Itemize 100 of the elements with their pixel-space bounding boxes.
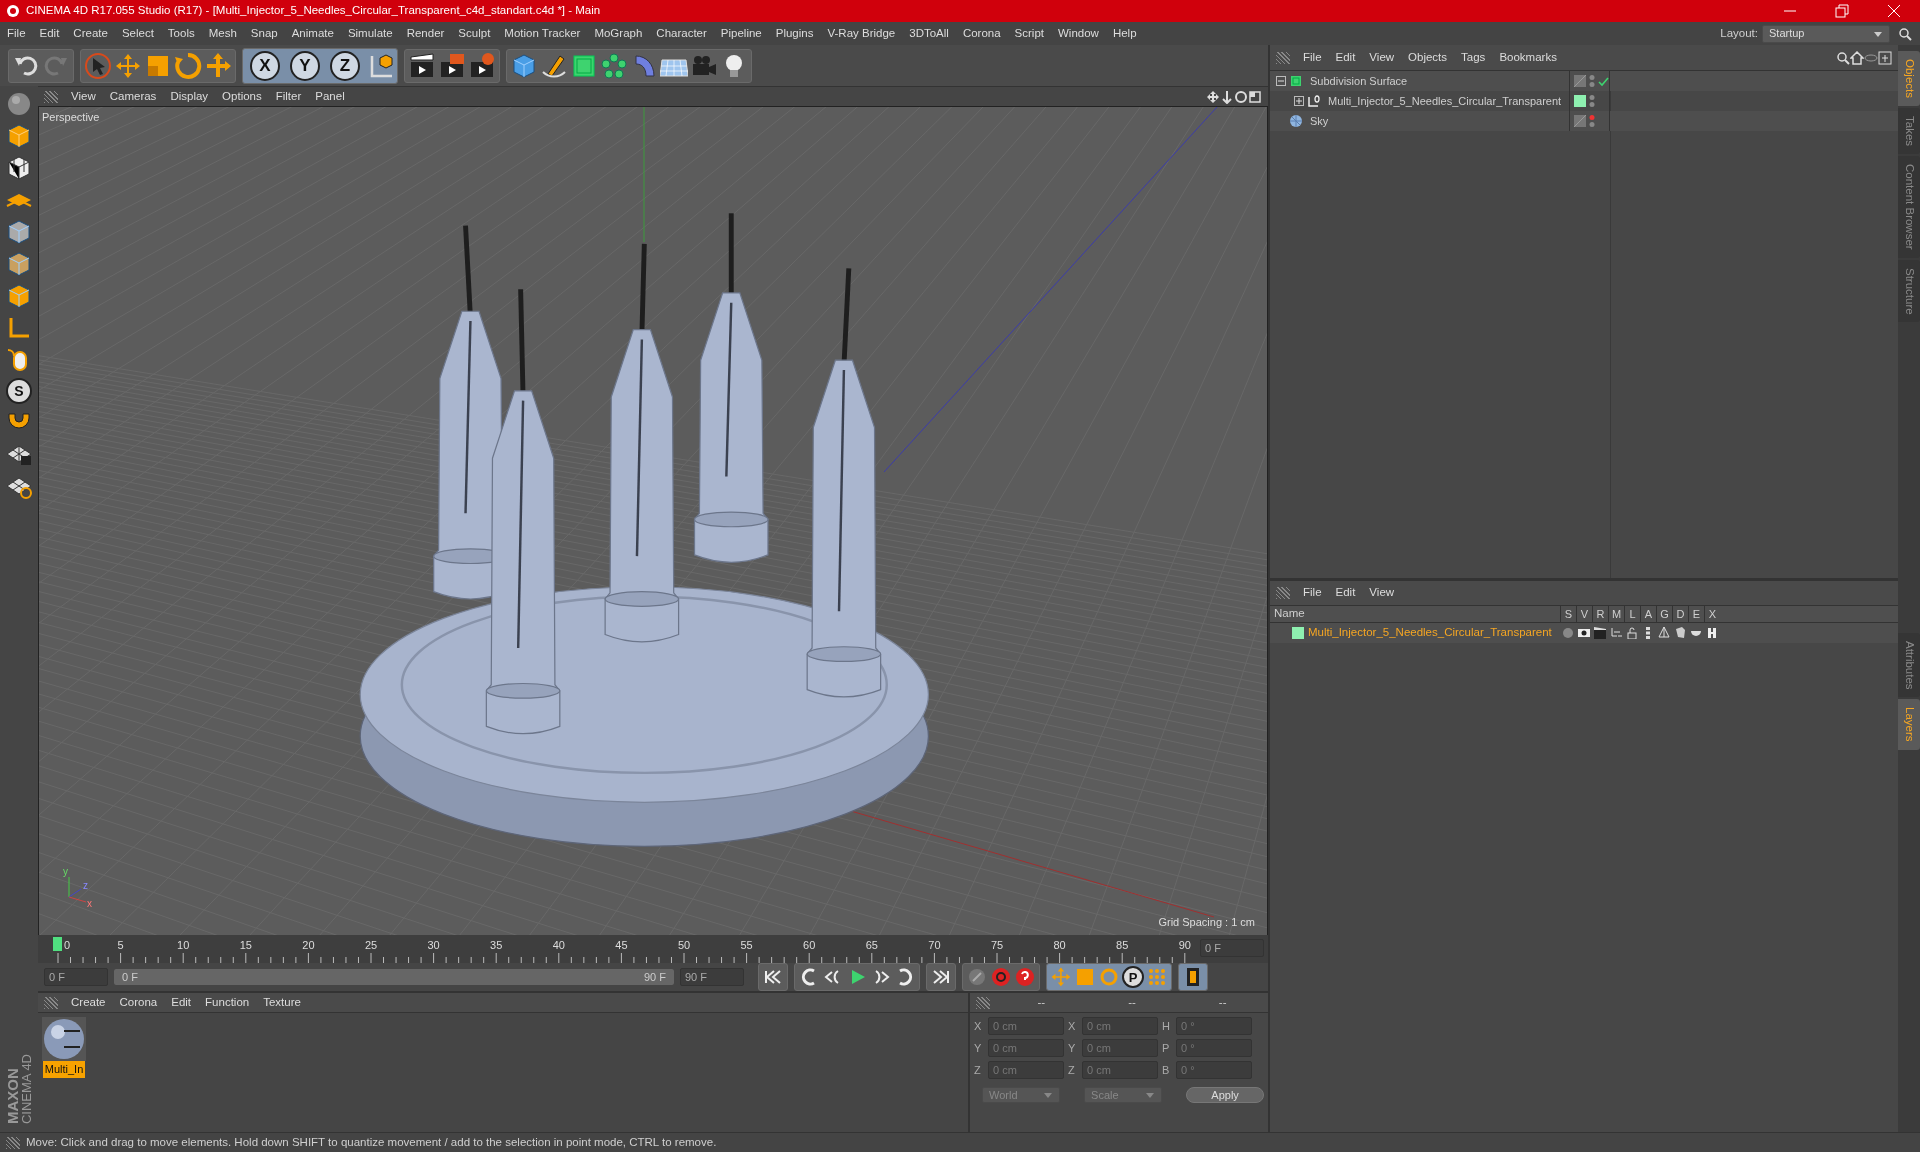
window-title: CINEMA 4D R17.055 Studio (R17) - [Multi_Injector_5_Needles_Circular_Transparent_c4d_standart.c4d *] - Main [26,3,601,19]
menu-item[interactable]: Motion Tracker [497,24,588,43]
menu-item[interactable]: Function [198,993,257,1012]
menu-item[interactable]: Character [649,24,714,43]
menu-item[interactable]: Edit [164,993,199,1012]
parameter-key-button[interactable]: P [1122,966,1144,988]
menu-item[interactable]: Script [1007,24,1051,43]
brand-logo: MAXON [5,1067,20,1124]
frame-number: 85 [1116,938,1129,953]
frame-number: 65 [865,938,878,953]
menu-item[interactable]: Create [64,993,113,1012]
menu-item[interactable]: Select [114,24,161,43]
viewport-camera-label: Perspective [42,110,100,125]
axis-label: X [974,1018,983,1034]
menu-item[interactable]: Pipeline [713,24,769,43]
menu-item[interactable]: Create [66,24,115,43]
column-header: D [1672,605,1688,623]
column-header: V [1576,605,1592,623]
layer-name[interactable]: Multi_Injector_5_Needles_Circular_Transparent [1308,624,1552,642]
column-header: R [1592,605,1608,623]
column-header: L [1624,605,1640,623]
object-name[interactable]: Subdivision Surface [1310,72,1408,90]
menu-item[interactable]: Animate [284,24,341,43]
menu-item[interactable]: Help [1105,24,1144,43]
panel-tab[interactable]: Objects [1898,51,1920,106]
menu-item[interactable]: View [1362,584,1402,602]
panel-tab[interactable]: Takes [1898,108,1920,155]
grid-spacing-label: Grid Spacing : 1 cm [1158,914,1255,930]
menu-item[interactable]: Corona [955,24,1008,43]
menu-item[interactable]: Snap [243,24,285,43]
menu-item[interactable]: Edit [32,24,67,43]
layout-label: Layout: [1720,25,1758,41]
axis-lock-button[interactable]: X [250,50,280,81]
product-logo: CINEMA 4D [20,1053,33,1124]
menu-item[interactable]: Tools [160,24,202,43]
menu-item[interactable]: MoGraph [587,24,650,43]
layer-row[interactable]: Multi_Injector_5_Needles_Circular_Transparent [1270,623,1898,643]
axis-label: Z [974,1062,982,1078]
menu-item[interactable]: Panel [308,87,352,106]
end-frame-field[interactable]: 90 F [680,968,744,986]
frame-number: 5 [117,938,124,953]
menu-item[interactable]: Corona [112,993,165,1012]
column-header: M [1608,605,1624,623]
axis-lock-button[interactable]: Z [330,50,360,81]
menu-item[interactable]: 3DToAll [902,24,956,43]
frame-number: 35 [490,938,503,953]
menu-item[interactable]: V-Ray Bridge [820,24,903,43]
menu-item[interactable]: Mesh [201,24,244,43]
menu-item[interactable]: Display [163,87,216,106]
frame-number: 75 [990,938,1004,953]
column-header: S [1560,605,1576,623]
menu-item[interactable]: Options [215,87,269,106]
menu-item[interactable]: Edit [1328,48,1363,67]
menu-item[interactable]: View [1362,48,1402,67]
menu-item[interactable]: Texture [256,993,308,1012]
menu-item[interactable]: Window [1051,24,1106,43]
menu-item[interactable]: File [0,24,33,43]
panel-tab[interactable]: Content Browser [1898,156,1920,258]
column-header: Name [1273,606,1306,622]
object-name[interactable]: Sky [1310,112,1329,130]
frame-number: 55 [740,938,753,953]
object-name[interactable]: Multi_Injector_5_Needles_Circular_Transparent [1328,92,1562,110]
axis-label: B [1162,1062,1171,1078]
axis-lock-button[interactable]: Y [290,50,320,81]
menu-item[interactable]: Objects [1401,48,1455,67]
column-header: G [1656,605,1672,623]
column-header: -- [1128,994,1136,1010]
frame-number: 90 [1178,938,1191,953]
menu-item[interactable]: File [1296,584,1329,602]
panel-tab[interactable]: Attributes [1898,632,1920,698]
frame-number: 20 [302,938,315,953]
menu-item[interactable]: View [64,87,103,106]
menu-item[interactable]: Sculpt [451,24,498,43]
frame-number: 15 [239,938,252,953]
axis-label: Y [974,1040,983,1056]
axis-label: H [1162,1018,1171,1034]
frame-number: 0 [63,938,71,953]
menu-item[interactable]: File [1296,48,1329,67]
menu-item[interactable]: Cameras [102,87,164,106]
menu-item[interactable]: Plugins [768,24,821,43]
start-frame-field[interactable]: 0 F [44,968,108,986]
menu-item[interactable]: Filter [268,87,309,106]
axis-label: y [63,866,68,877]
menu-item[interactable]: Tags [1454,48,1493,67]
frame-number: 40 [552,938,565,953]
axis-label: Z [1068,1062,1076,1078]
menu-item[interactable]: Bookmarks [1492,48,1564,67]
menu-item[interactable]: Edit [1328,584,1363,602]
range-slider[interactable]: 0 F 90 F [114,969,674,985]
material-name[interactable]: Multi_In [42,1061,86,1078]
column-header: -- [1218,994,1227,1010]
menu-item[interactable]: Simulate [340,24,400,43]
apply-button[interactable]: Apply [1186,1087,1264,1103]
column-header: A [1640,605,1656,623]
panel-tab[interactable]: Layers [1898,699,1920,750]
panel-tab[interactable]: Structure [1898,259,1920,323]
layout-dropdown[interactable]: Startup [1762,24,1890,43]
snap-button[interactable]: S [6,378,32,404]
current-frame-field[interactable]: 0 F [1200,939,1264,957]
menu-item[interactable]: Render [399,24,452,43]
